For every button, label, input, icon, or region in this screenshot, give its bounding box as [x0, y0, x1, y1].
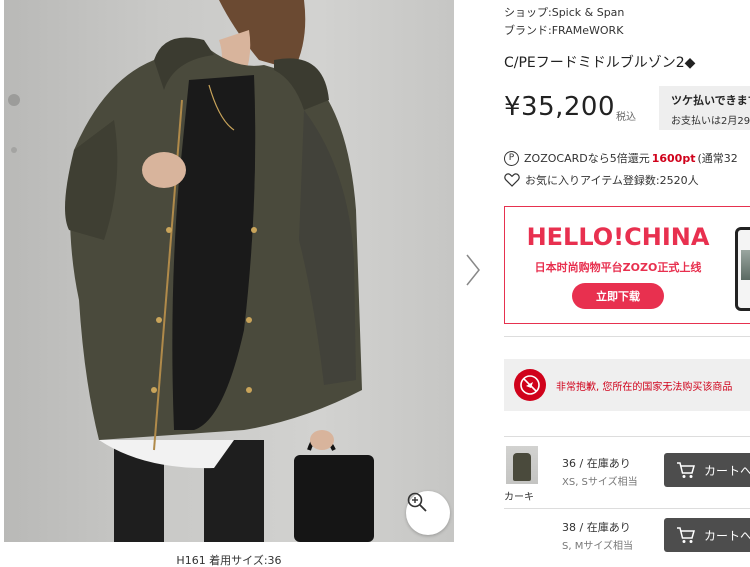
- shop-link[interactable]: ショップ:Spick & Span: [504, 4, 624, 20]
- sku-thumbnail[interactable]: [506, 446, 538, 484]
- download-button[interactable]: 立即下载: [572, 283, 664, 309]
- zoom-in-icon: [407, 492, 427, 512]
- sku-size-hint: XS, Sサイズ相当: [562, 477, 638, 488]
- product-info: ショップ:Spick & Span ブランド:FRAMeWORK C/PEフード…: [504, 0, 750, 567]
- no-shipping-icon: [514, 369, 546, 401]
- favorite-row[interactable]: お気に入りアイテム登録数:2520人: [504, 172, 699, 188]
- product-title: C/PEフードミドルブルゾン2◆: [504, 55, 696, 71]
- points-suffix: (通常32: [697, 152, 738, 165]
- points-value: 1600pt: [651, 151, 696, 165]
- cart-label: カートへ: [704, 528, 750, 543]
- brand-link[interactable]: ブランド:FRAMeWORK: [504, 22, 623, 38]
- points-row: P ZOZOCARDなら5倍還元 1600pt (通常32: [504, 150, 738, 166]
- tax-label: 税込: [616, 112, 636, 123]
- point-icon: P: [504, 150, 519, 166]
- chevron-right-icon: [466, 254, 480, 286]
- hello-china-banner[interactable]: HELLO!CHINA 日本时尚购物平台ZOZO正式上线 立即下载: [504, 206, 750, 324]
- phone-illustration: [735, 227, 750, 311]
- add-to-cart-button[interactable]: カートへ: [664, 453, 750, 487]
- points-prefix: ZOZOCARDなら5倍還元: [524, 152, 650, 165]
- sku-color-label: カーキ: [504, 492, 534, 503]
- zoom-button[interactable]: [406, 491, 450, 535]
- favorite-count: お気に入りアイテム登録数:2520人: [525, 174, 699, 187]
- notice-text: 非常抱歉, 您所在的国家无法购买该商品: [556, 381, 733, 393]
- add-to-cart-button[interactable]: カートへ: [664, 518, 750, 552]
- heart-icon[interactable]: [504, 173, 520, 187]
- pay-later-title: ツケ払いできます: [671, 94, 750, 107]
- image-gallery: H161 着用サイズ:36: [0, 0, 458, 567]
- product-price: ¥35,200: [504, 92, 616, 122]
- sku-size-hint: S, Mサイズ相当: [562, 541, 634, 552]
- divider: [504, 508, 750, 509]
- product-photo[interactable]: [4, 0, 454, 542]
- next-image-button[interactable]: [460, 250, 486, 290]
- cart-label: カートへ: [704, 463, 750, 478]
- divider: [504, 336, 750, 337]
- sku-size-stock: 36 / 在庫あり: [562, 457, 631, 470]
- pay-later-box[interactable]: ツケ払いできます お支払いは2月29: [659, 86, 750, 130]
- sku-row: 38 / 在庫あり S, Mサイズ相当 カートへ: [504, 512, 750, 567]
- banner-title: HELLO!CHINA: [526, 223, 710, 251]
- product-photo-illustration: [8, 0, 374, 542]
- banner-subtitle: 日本时尚购物平台ZOZO正式上线: [534, 261, 702, 274]
- pay-later-subtitle: お支払いは2月29: [671, 116, 750, 127]
- sku-row: カーキ 36 / 在庫あり XS, Sサイズ相当 カートへ: [504, 446, 750, 506]
- cart-icon: [677, 462, 695, 478]
- cart-icon: [677, 527, 695, 543]
- sku-size-stock: 38 / 在庫あり: [562, 521, 631, 534]
- divider: [504, 436, 750, 437]
- unavailable-notice: 非常抱歉, 您所在的国家无法购买该商品: [504, 359, 750, 411]
- image-caption: H161 着用サイズ:36: [176, 554, 282, 567]
